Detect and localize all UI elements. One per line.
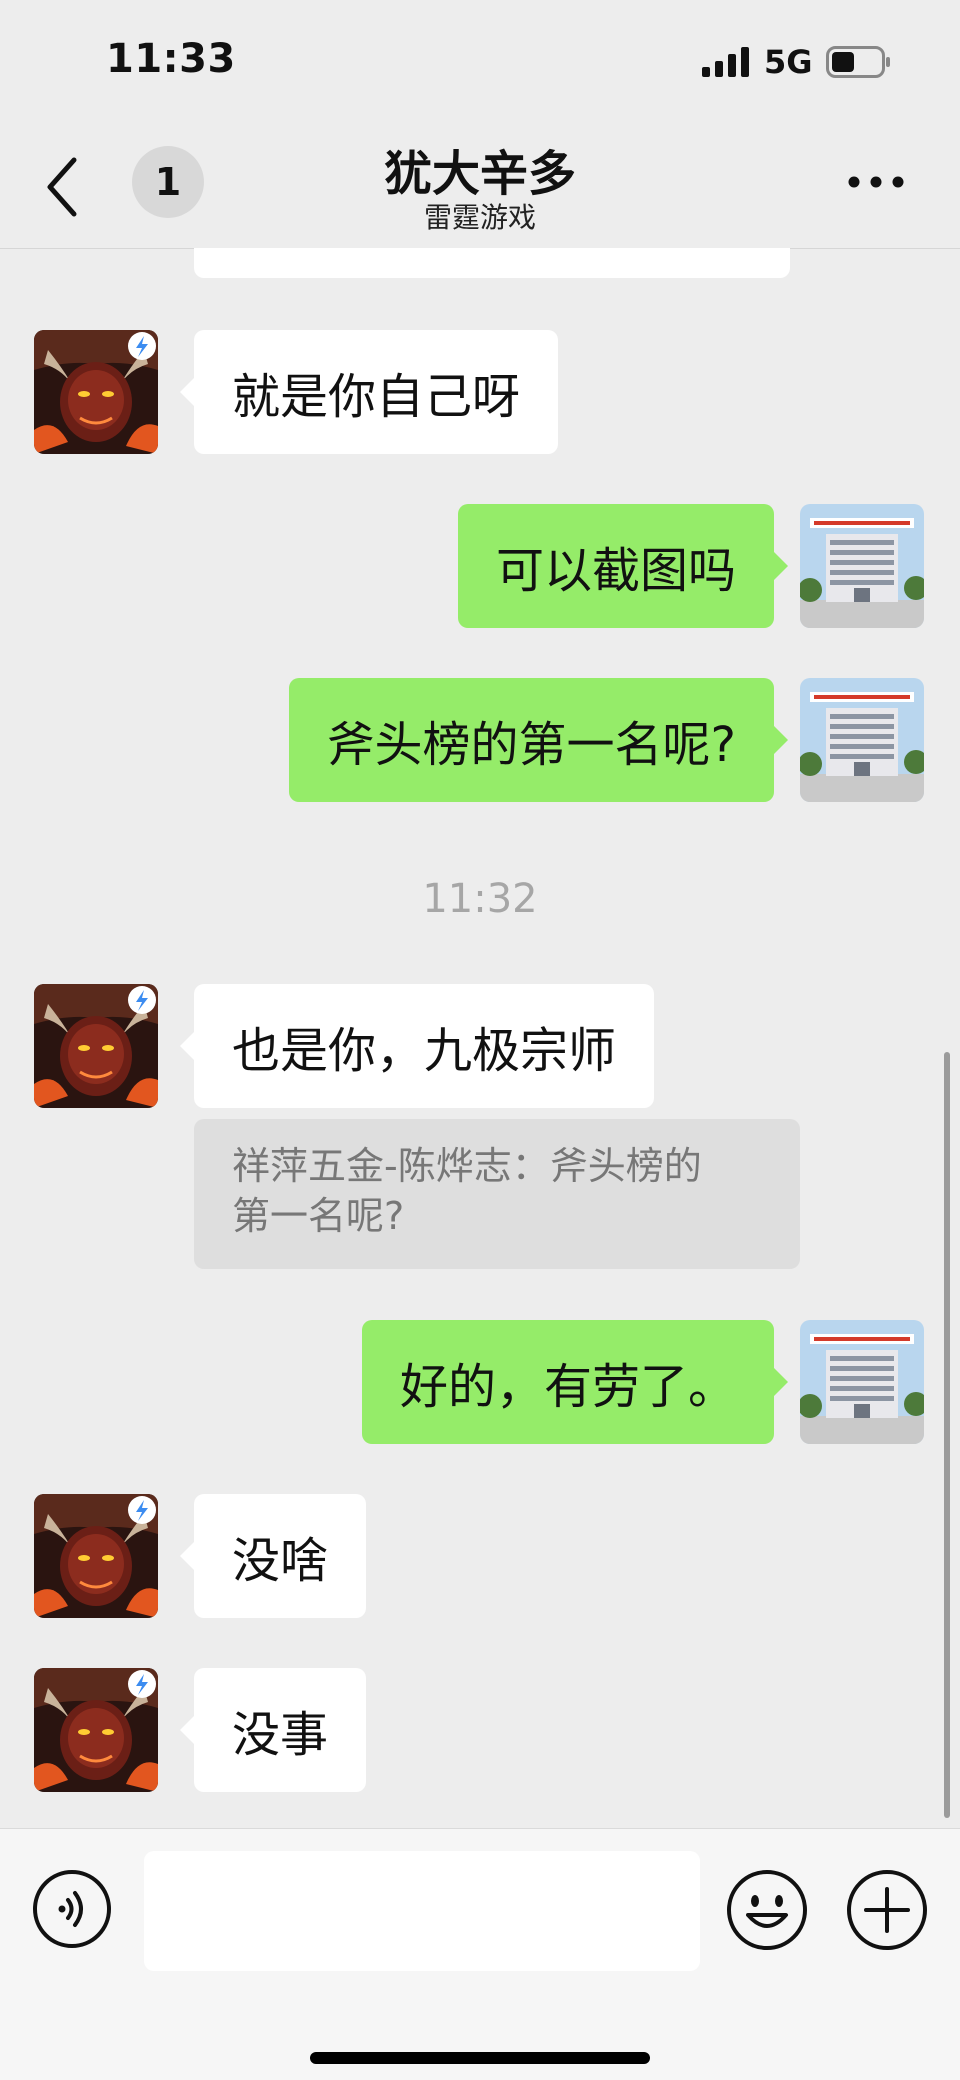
building-avatar-icon — [800, 1320, 924, 1444]
chat-title[interactable]: 犹大辛多 — [0, 134, 960, 204]
message-bubble-outgoing[interactable]: 好的，有劳了。 — [361, 1320, 789, 1444]
message-bubble-outgoing[interactable]: 可以截图吗 — [457, 504, 789, 628]
more-dots-icon[interactable] — [846, 172, 906, 192]
contact-avatar[interactable] — [34, 984, 158, 1108]
plus-circle-icon[interactable] — [846, 1869, 928, 1951]
message-bubble-incoming[interactable]: 没啥 — [179, 1494, 367, 1618]
demon-game-avatar-icon — [34, 1668, 158, 1792]
message-bubble-partial — [194, 248, 790, 278]
message-timestamp: 11:32 — [422, 876, 538, 922]
message-bubble-incoming[interactable]: 没事 — [179, 1668, 367, 1792]
message-bubble-incoming[interactable]: 就是你自己呀 — [179, 330, 559, 454]
contact-avatar[interactable] — [34, 330, 158, 454]
demon-game-avatar-icon — [34, 1494, 158, 1618]
voice-input-icon[interactable] — [32, 1869, 112, 1949]
building-avatar-icon — [800, 504, 924, 628]
emoji-icon[interactable] — [726, 1869, 808, 1951]
message-input[interactable] — [144, 1851, 700, 1971]
contact-avatar[interactable] — [34, 1668, 158, 1792]
input-bar — [0, 1828, 960, 2080]
my-avatar[interactable] — [800, 1320, 924, 1444]
status-time: 11:33 — [106, 36, 236, 82]
demon-game-avatar-icon — [34, 984, 158, 1108]
home-indicator[interactable] — [310, 2052, 650, 2064]
message-bubble-incoming[interactable]: 也是你，九极宗师 — [179, 984, 655, 1108]
quote-line: 第一名呢? — [232, 1194, 405, 1238]
demon-game-avatar-icon — [34, 330, 158, 454]
message-bubble-outgoing[interactable]: 斧头榜的第一名呢? — [288, 678, 789, 802]
my-avatar[interactable] — [800, 678, 924, 802]
scrollbar[interactable] — [944, 1052, 950, 1818]
quoted-message[interactable]: 祥萍五金-陈烨志：斧头榜的 第一名呢? — [194, 1119, 800, 1269]
quote-line: 祥萍五金-陈烨志：斧头榜的 — [232, 1144, 702, 1188]
my-avatar[interactable] — [800, 504, 924, 628]
cellular-signal-icon — [702, 47, 749, 77]
status-bar: 11:33 5G — [0, 0, 960, 130]
chat-subtitle: 雷霆游戏 — [423, 201, 536, 234]
network-type: 5G — [764, 43, 813, 81]
contact-avatar[interactable] — [34, 1494, 158, 1618]
battery-icon — [826, 46, 890, 78]
message-list[interactable]: 就是你自己呀 可以截图吗 斧头榜的第一名呢? 11:32 也是你，九极宗师 祥萍… — [0, 248, 960, 1828]
building-avatar-icon — [800, 678, 924, 802]
chat-header: 1 犹大辛多 雷霆游戏 — [0, 130, 960, 249]
